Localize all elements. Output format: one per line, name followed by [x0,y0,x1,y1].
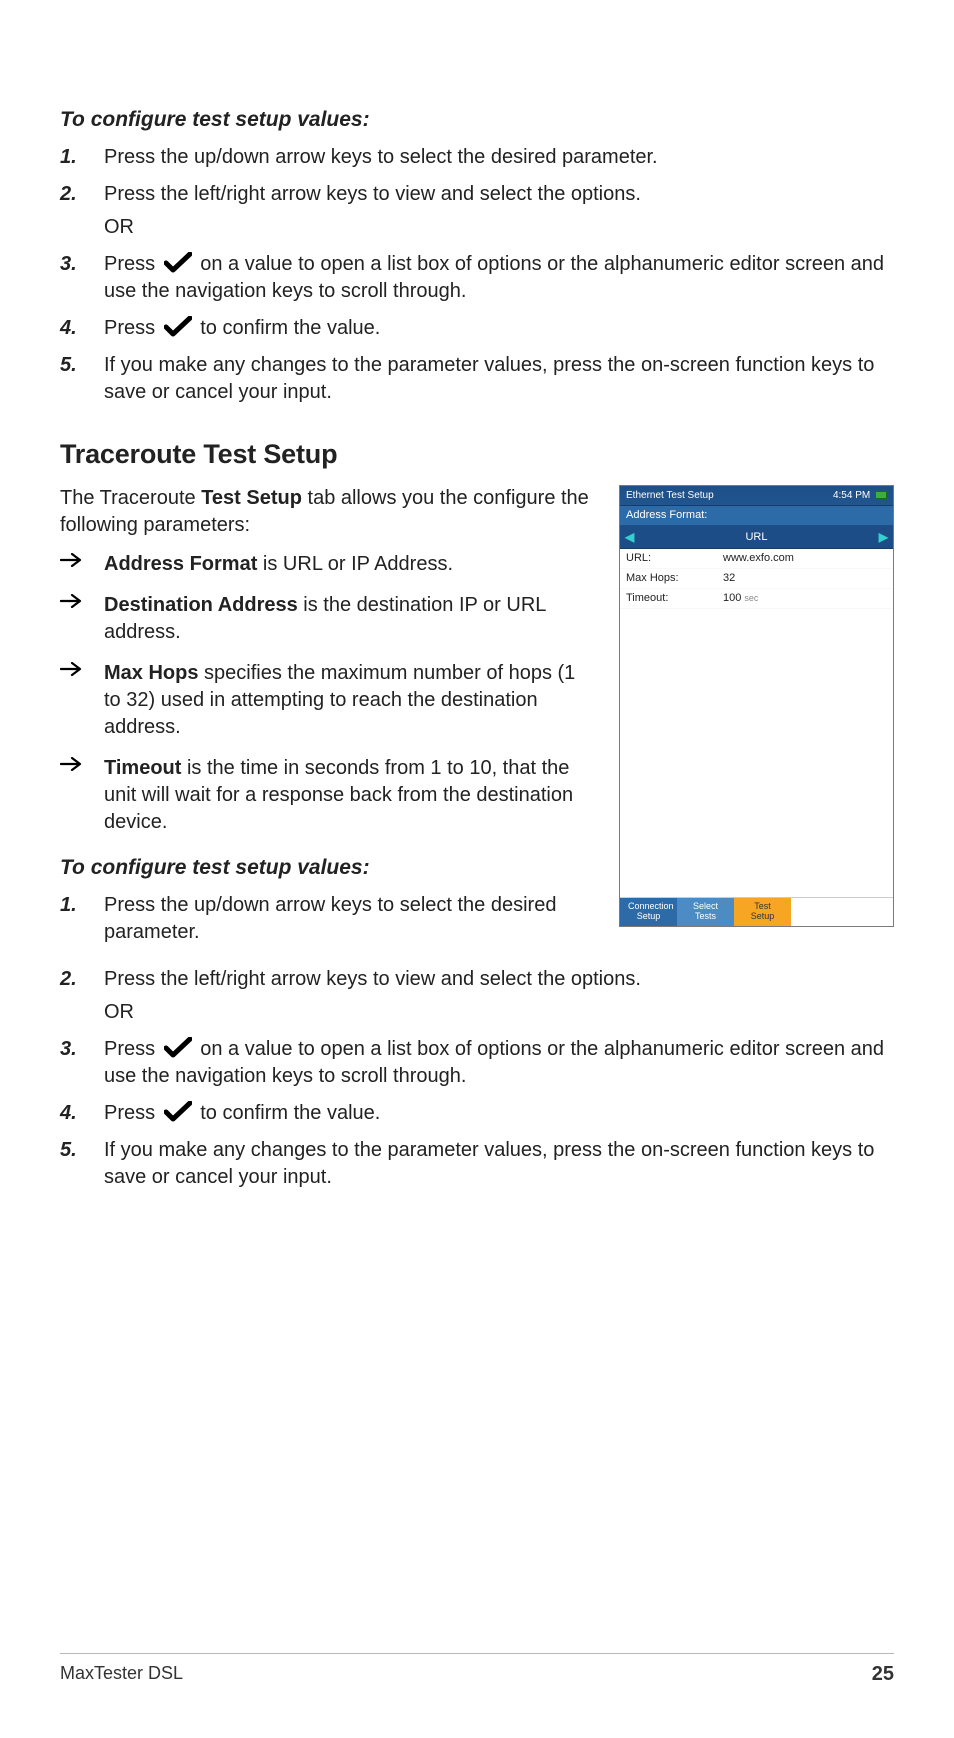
step-text-b: to confirm the value. [200,1102,380,1124]
row-label: Timeout: [626,591,723,606]
step-number: 3. [60,251,77,278]
address-format-selector[interactable]: ◀ URL ▶ [620,526,893,549]
tab-select-tests[interactable]: Select Tests [677,898,734,926]
device-screenshot: Ethernet Test Setup 4:54 PM Address Form… [619,485,894,927]
step-text: If you make any changes to the parameter… [104,354,874,403]
procedure-heading-1: To configure test setup values: [60,106,894,134]
step-number: 1. [60,144,77,171]
param-name: Max Hops [104,662,198,684]
page-footer: MaxTester DSL 25 [60,1661,894,1688]
address-format-label: Address Format: [620,506,893,526]
step-1: 1. Press the up/down arrow keys to selec… [60,892,593,946]
footer-rule [60,1653,894,1654]
section-heading-traceroute: Traceroute Test Setup [60,436,894,472]
device-title: Ethernet Test Setup [626,489,714,503]
step-text-b: on a value to open a list box of options… [104,253,884,302]
step-5: 5. If you make any changes to the parame… [60,1137,894,1191]
list-item: Destination Address is the destination I… [60,592,593,646]
selector-left-icon[interactable]: ◀ [625,529,634,545]
selector-right-icon[interactable]: ▶ [879,529,888,545]
step-2: 2. Press the left/right arrow keys to vi… [60,966,894,1026]
step-text-a: Press [104,1038,161,1060]
or-text: OR [104,999,894,1026]
intro-a: The Traceroute [60,487,201,509]
device-time: 4:54 PM [833,490,870,501]
step-text: Press the left/right arrow keys to view … [104,183,641,205]
step-text-a: Press [104,317,161,339]
list-item: Max Hops specifies the maximum number of… [60,660,593,741]
intro-paragraph: The Traceroute Test Setup tab allows you… [60,485,593,539]
param-desc: is URL or IP Address. [257,553,453,575]
arrow-icon [60,662,82,676]
step-3: 3. Press on a value to open a list box o… [60,1036,894,1090]
procedure-list-2-start: 1. Press the up/down arrow keys to selec… [60,892,593,946]
step-2: 2. Press the left/right arrow keys to vi… [60,181,894,241]
check-icon [164,1101,192,1123]
step-number: 1. [60,892,77,919]
row-value: 32 [723,571,887,586]
footer-product: MaxTester DSL [60,1661,183,1688]
tab-spacer [791,898,893,926]
procedure-list-2-rest: 2. Press the left/right arrow keys to vi… [60,966,894,1191]
device-blank-area [620,609,893,897]
arrow-icon [60,553,82,567]
step-number: 2. [60,966,77,993]
step-number: 2. [60,181,77,208]
step-text: Press the up/down arrow keys to select t… [104,894,556,943]
step-text: Press the up/down arrow keys to select t… [104,146,658,168]
step-1: 1. Press the up/down arrow keys to selec… [60,144,894,171]
step-text: If you make any changes to the parameter… [104,1139,874,1188]
tab-connection-setup[interactable]: Connection Setup [620,898,677,926]
step-text: Press the left/right arrow keys to view … [104,968,641,990]
step-3: 3. Press on a value to open a list box o… [60,251,894,305]
row-value: www.exfo.com [723,551,887,566]
step-number: 3. [60,1036,77,1063]
row-value: 100sec [723,591,887,606]
device-row-url[interactable]: URL: www.exfo.com [620,549,893,569]
step-4: 4. Press to confirm the value. [60,315,894,342]
step-5: 5. If you make any changes to the parame… [60,352,894,406]
check-icon [164,1037,192,1059]
step-text-a: Press [104,253,161,275]
device-body: URL: www.exfo.com Max Hops: 32 Timeout: … [620,549,893,897]
step-number: 4. [60,1100,77,1127]
device-tabs: Connection Setup Select Tests Test Setup [620,897,893,926]
timeout-num: 100 [723,592,741,604]
step-number: 5. [60,1137,77,1164]
step-text-b: to confirm the value. [200,317,380,339]
arrow-icon [60,757,82,771]
selector-value: URL [745,530,767,545]
tab-test-setup[interactable]: Test Setup [734,898,791,926]
list-item: Address Format is URL or IP Address. [60,551,593,578]
procedure-list-1: 1. Press the up/down arrow keys to selec… [60,144,894,406]
check-icon [164,252,192,274]
device-row-maxhops[interactable]: Max Hops: 32 [620,569,893,589]
list-item: Timeout is the time in seconds from 1 to… [60,755,593,836]
param-name: Timeout [104,757,181,779]
row-label: Max Hops: [626,571,723,586]
procedure-heading-2: To configure test setup values: [60,854,593,882]
arrow-icon [60,594,82,608]
param-name: Address Format [104,553,257,575]
step-number: 4. [60,315,77,342]
step-text-b: on a value to open a list box of options… [104,1038,884,1087]
page-number: 25 [872,1661,894,1688]
device-status: 4:54 PM [833,489,887,503]
row-label: URL: [626,551,723,566]
step-4: 4. Press to confirm the value. [60,1100,894,1127]
step-text-a: Press [104,1102,161,1124]
intro-bold: Test Setup [201,487,302,509]
check-icon [164,316,192,338]
device-row-timeout[interactable]: Timeout: 100sec [620,589,893,609]
param-name: Destination Address [104,594,298,616]
battery-icon [875,491,887,499]
step-number: 5. [60,352,77,379]
tab-label-b: Setup [628,912,669,922]
or-text: OR [104,214,894,241]
parameter-list: Address Format is URL or IP Address. Des… [60,551,593,836]
timeout-unit: sec [744,593,758,603]
device-titlebar: Ethernet Test Setup 4:54 PM [620,486,893,507]
